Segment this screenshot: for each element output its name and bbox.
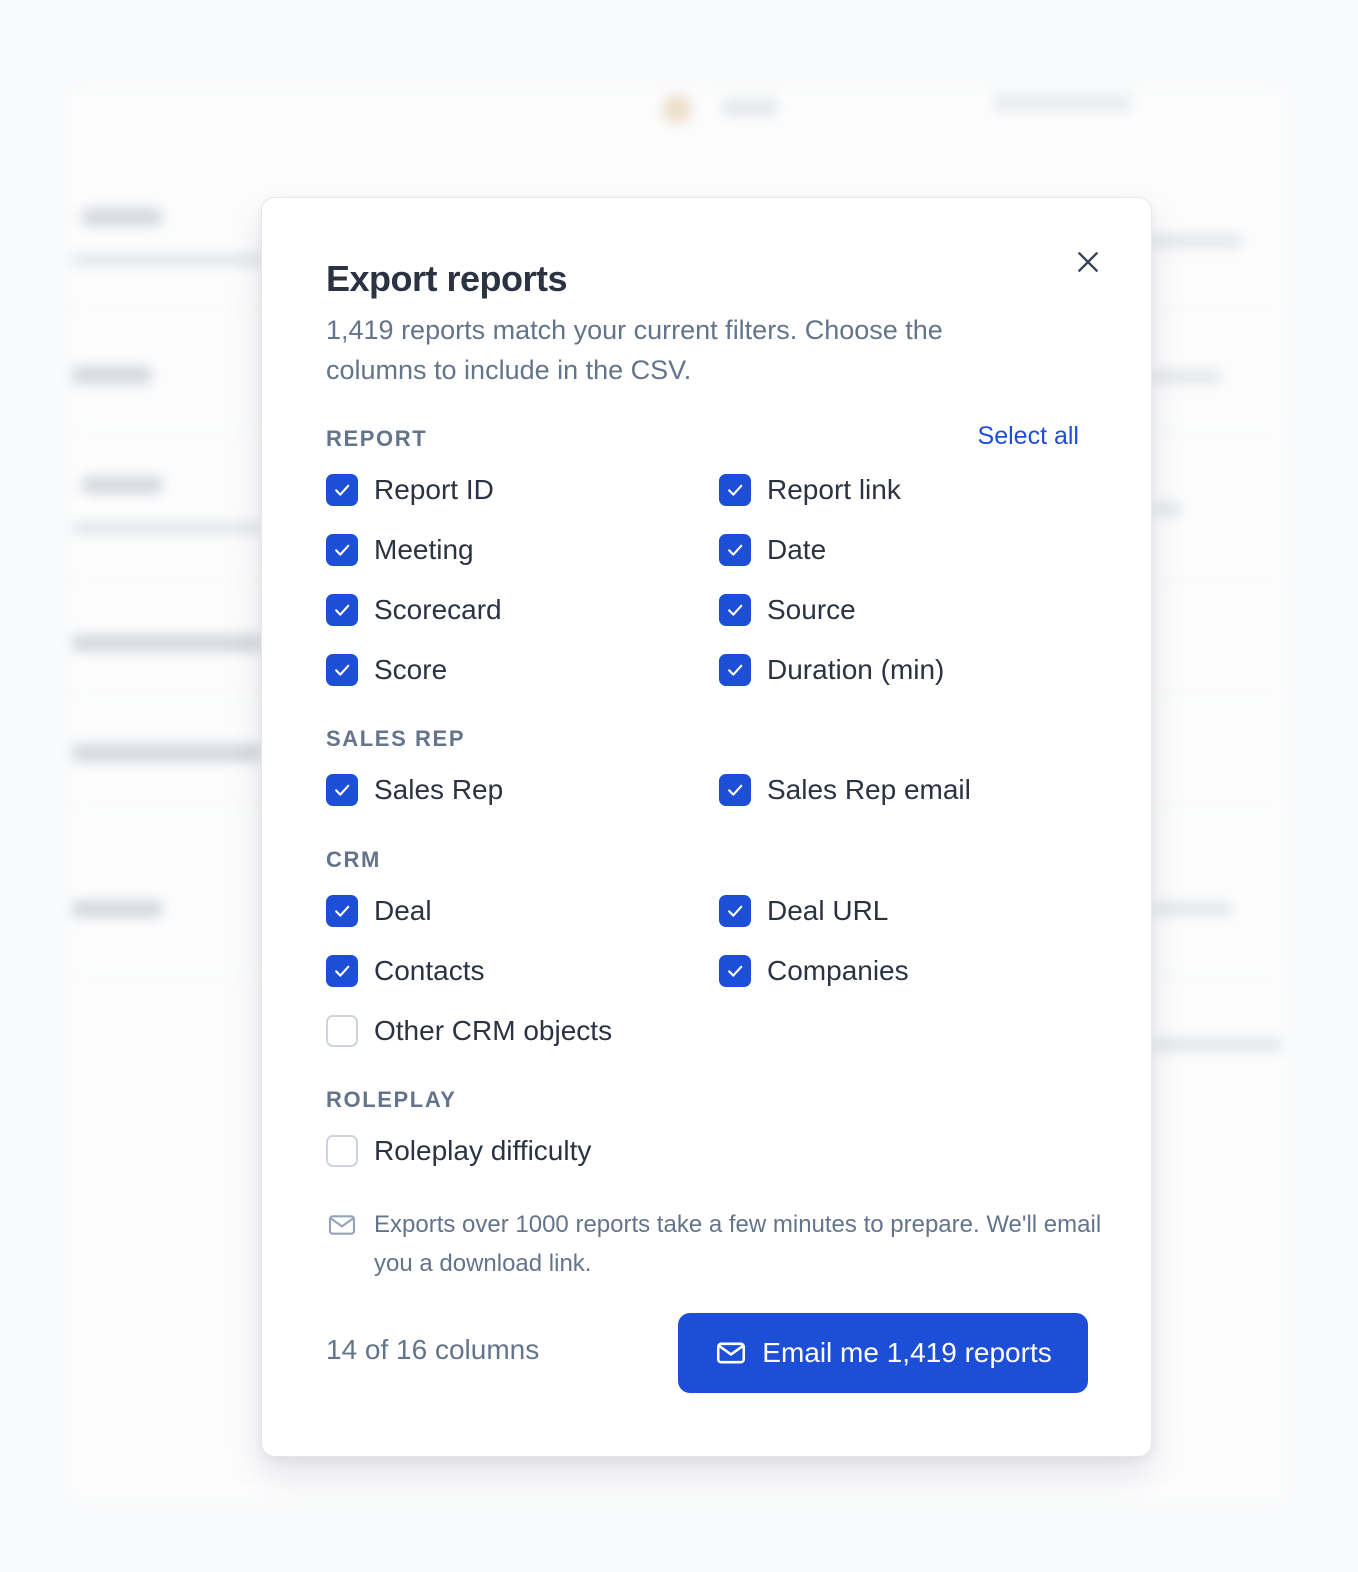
bg-avatar xyxy=(662,94,692,124)
option-meeting[interactable]: Meeting xyxy=(326,534,474,566)
bg-header-pill xyxy=(992,94,1132,112)
bg-row-meta xyxy=(1152,902,1232,916)
mail-icon xyxy=(717,1342,746,1364)
option-other-crm-objects[interactable]: Other CRM objects xyxy=(326,1015,612,1047)
option-label: Companies xyxy=(767,955,909,986)
option-source[interactable]: Source xyxy=(719,594,856,626)
checkbox[interactable] xyxy=(719,534,751,566)
checkbox[interactable] xyxy=(326,654,358,686)
checkbox[interactable] xyxy=(326,955,358,987)
option-report-link[interactable]: Report link xyxy=(719,474,901,506)
checkbox[interactable] xyxy=(326,474,358,506)
email-reports-button-label: Email me 1,419 reports xyxy=(762,1337,1052,1368)
checkbox[interactable] xyxy=(326,774,358,806)
close-icon xyxy=(1078,252,1098,272)
option-label: Deal xyxy=(374,895,432,926)
section-label-report: REPORT xyxy=(326,426,428,451)
option-deal[interactable]: Deal xyxy=(326,895,432,927)
option-report-id[interactable]: Report ID xyxy=(326,474,494,506)
select-all-link[interactable]: Select all xyxy=(978,422,1079,451)
option-contacts[interactable]: Contacts xyxy=(326,955,485,987)
bg-row-title xyxy=(72,366,152,384)
section-label-crm: CRM xyxy=(326,847,381,872)
section-label-sales-rep: SALES REP xyxy=(326,726,466,751)
email-reports-button[interactable]: Email me 1,419 reports xyxy=(678,1313,1088,1393)
bg-row-meta xyxy=(1152,370,1222,384)
option-label: Score xyxy=(374,654,448,685)
checkbox[interactable] xyxy=(326,534,358,566)
option-deal-url[interactable]: Deal URL xyxy=(719,895,888,927)
bg-row-meta xyxy=(1152,234,1242,248)
option-label: Report ID xyxy=(374,474,494,505)
bg-row-sub xyxy=(72,522,262,534)
checkbox[interactable] xyxy=(719,654,751,686)
option-label: Duration (min) xyxy=(767,654,945,685)
note-text: Exports over 1000 reports take a few min… xyxy=(374,1211,1102,1277)
bg-row-title xyxy=(72,900,162,918)
option-label: Date xyxy=(767,534,827,565)
option-sales-rep-email[interactable]: Sales Rep email xyxy=(719,774,971,806)
option-companies[interactable]: Companies xyxy=(719,955,909,987)
option-label: Other CRM objects xyxy=(374,1015,613,1046)
bg-row-title xyxy=(72,634,262,652)
option-label: Sales Rep email xyxy=(767,774,971,805)
checkbox[interactable] xyxy=(719,955,751,987)
option-label: Report link xyxy=(767,474,901,505)
option-label: Meeting xyxy=(374,534,474,565)
checkbox[interactable] xyxy=(719,774,751,806)
export-note: Exports over 1000 reports take a few min… xyxy=(326,1205,1106,1283)
option-label: Scorecard xyxy=(374,594,502,625)
dialog-title: Export reports xyxy=(326,258,568,299)
column-count: 14 of 16 columns xyxy=(326,1334,540,1365)
bg-row-sub xyxy=(72,254,262,266)
bg-row-title xyxy=(72,744,262,762)
option-roleplay-difficulty[interactable]: Roleplay difficulty xyxy=(326,1135,591,1167)
checkbox[interactable] xyxy=(719,474,751,506)
bg-row-meta xyxy=(1152,1038,1282,1052)
option-duration[interactable]: Duration (min) xyxy=(719,654,944,686)
checkbox[interactable] xyxy=(719,594,751,626)
close-button[interactable] xyxy=(1072,246,1104,278)
option-scorecard[interactable]: Scorecard xyxy=(326,594,502,626)
option-label: Sales Rep xyxy=(374,774,504,805)
bg-row-title xyxy=(82,476,162,494)
checkbox[interactable] xyxy=(326,594,358,626)
option-label: Roleplay difficulty xyxy=(374,1135,592,1166)
option-score[interactable]: Score xyxy=(326,654,447,686)
option-date[interactable]: Date xyxy=(719,534,826,566)
mail-icon xyxy=(328,1215,356,1235)
bg-row-meta xyxy=(1152,502,1182,516)
checkbox[interactable] xyxy=(326,1015,358,1047)
bg-row-title xyxy=(82,208,162,226)
checkbox[interactable] xyxy=(719,895,751,927)
dialog-subtitle: 1,419 reports match your current filters… xyxy=(326,315,943,385)
export-reports-dialog: Export reports 1,419 reports match your … xyxy=(261,197,1152,1457)
bg-header-pill xyxy=(722,98,778,116)
checkbox[interactable] xyxy=(326,1135,358,1167)
option-label: Contacts xyxy=(374,955,485,986)
section-label-roleplay: ROLEPLAY xyxy=(326,1087,457,1112)
option-label: Source xyxy=(767,594,856,625)
option-sales-rep[interactable]: Sales Rep xyxy=(326,774,503,806)
checkbox[interactable] xyxy=(326,895,358,927)
option-label: Deal URL xyxy=(767,895,889,926)
